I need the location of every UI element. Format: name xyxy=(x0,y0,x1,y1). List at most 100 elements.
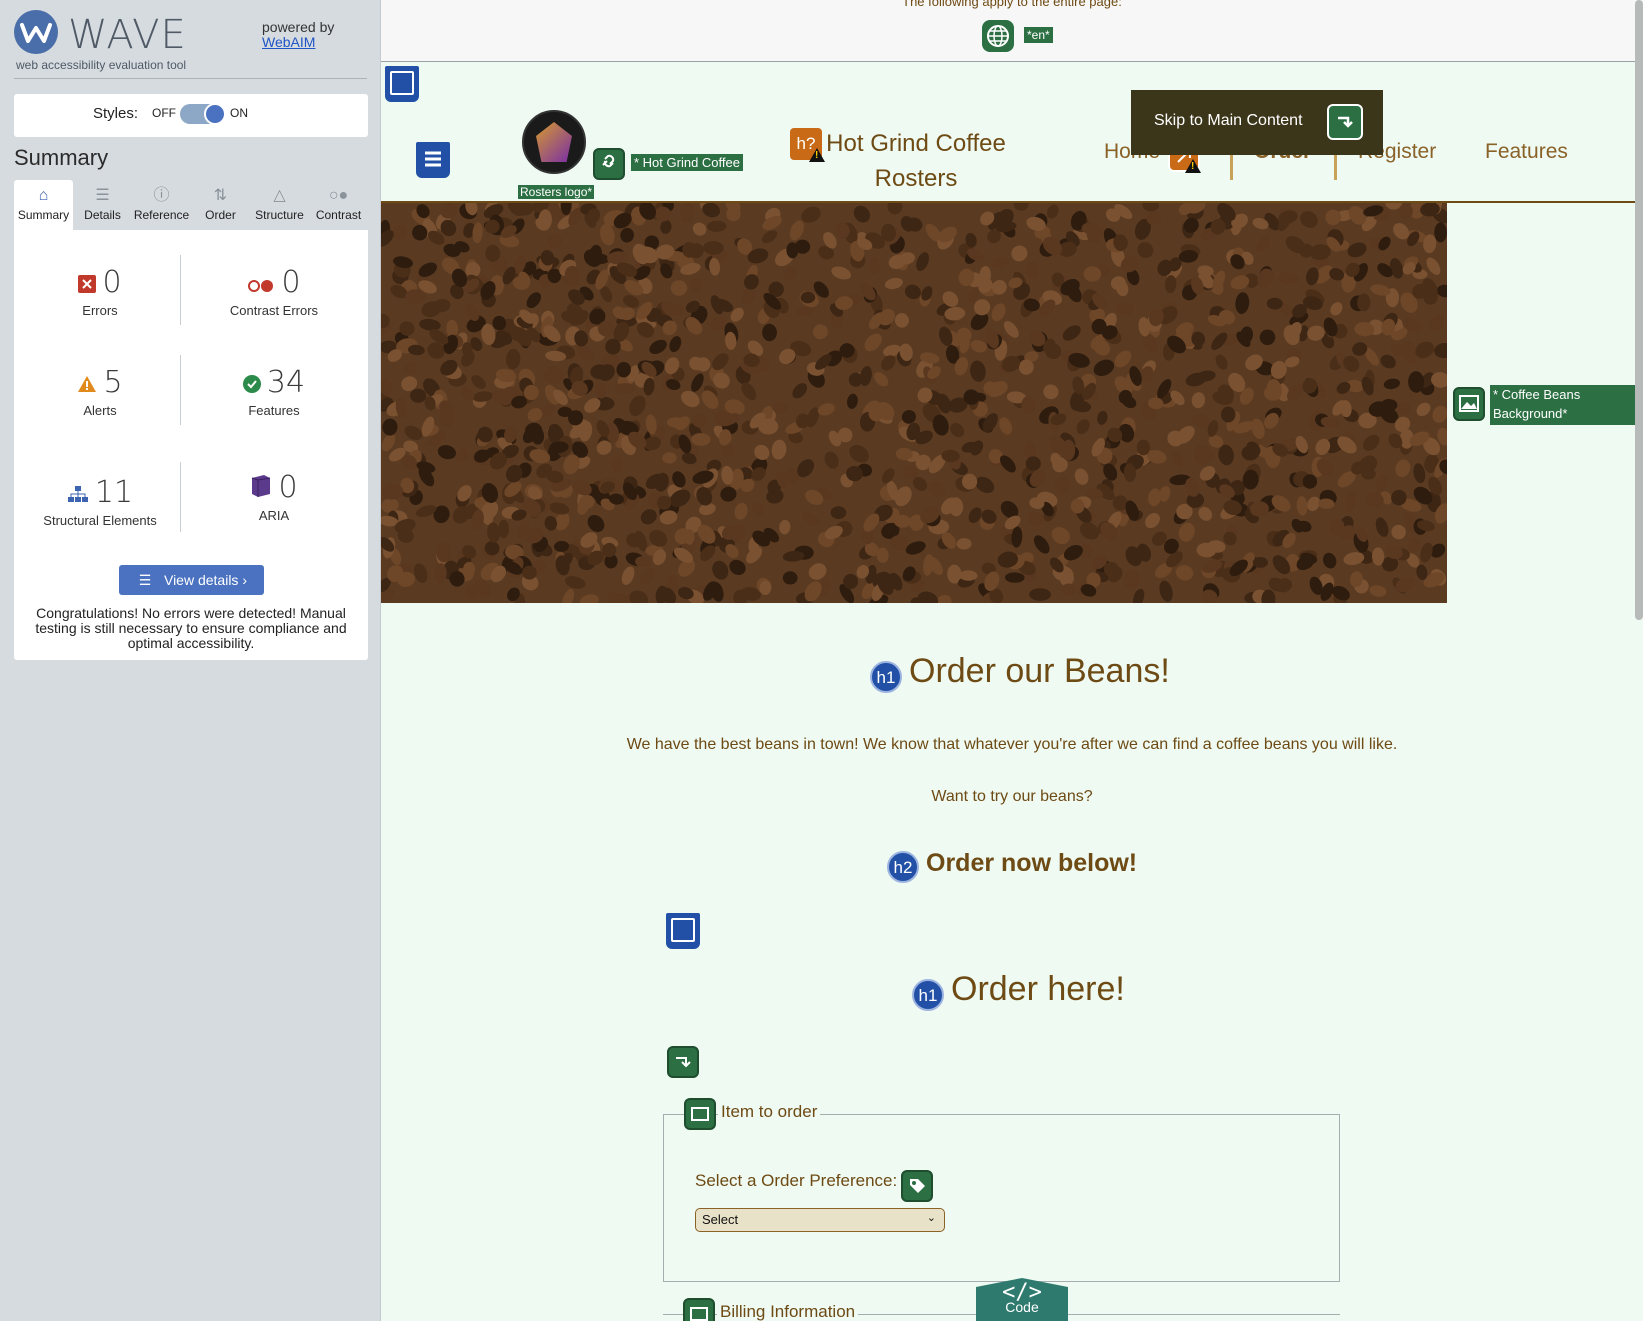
coffee-bean xyxy=(1093,359,1115,377)
skip-target-icon[interactable] xyxy=(667,1046,699,1078)
styles-toggle[interactable] xyxy=(180,103,226,125)
region-icon-inner xyxy=(390,71,414,95)
coffee-bean xyxy=(991,303,1006,322)
coffee-bean xyxy=(1347,242,1367,258)
tab-label: Order xyxy=(205,208,236,222)
coffee-bean xyxy=(884,277,903,290)
aria-stat[interactable]: 0 ARIA xyxy=(194,470,354,523)
list-icon: ☰ xyxy=(95,187,110,204)
language-globe-icon[interactable] xyxy=(982,20,1014,52)
toggle-knob xyxy=(204,103,226,125)
coffee-bean xyxy=(463,561,476,577)
coffee-bean xyxy=(1235,292,1250,314)
coffee-bean xyxy=(1395,459,1411,478)
background-image-icon[interactable] xyxy=(1453,387,1485,421)
tab-contrast[interactable]: ○● Contrast xyxy=(309,180,368,230)
tab-structure[interactable]: △ Structure xyxy=(250,180,309,230)
wave-tabs: ⌂ Summary ☰ Details ⓘ Reference ⇅ Order … xyxy=(14,180,368,230)
webaim-link[interactable]: WebAIM xyxy=(262,34,315,50)
coffee-bean xyxy=(1330,302,1343,316)
form-heading: Order here! xyxy=(951,970,1125,1008)
coffee-bean xyxy=(381,379,393,396)
coffee-bean xyxy=(594,382,607,399)
header-region-icon[interactable] xyxy=(385,66,419,102)
contrast-errors-stat[interactable]: 0 Contrast Errors xyxy=(194,265,354,318)
coffee-bean xyxy=(405,289,426,304)
coffee-bean xyxy=(1296,496,1308,516)
skip-link[interactable]: Skip to Main Content xyxy=(1131,90,1383,155)
structure-tree-icon xyxy=(67,476,89,511)
coffee-bean xyxy=(754,444,770,460)
coffee-bean xyxy=(792,383,807,399)
fieldset-icon[interactable] xyxy=(683,1298,715,1321)
coffee-bean xyxy=(564,576,586,589)
fieldset-icon[interactable] xyxy=(684,1098,716,1130)
order-preference-select[interactable]: Select ⌄ xyxy=(695,1208,945,1232)
coffee-bean xyxy=(382,418,398,436)
coffee-bean xyxy=(419,318,441,331)
structural-count: 11 xyxy=(94,475,134,510)
coffee-bean xyxy=(1148,488,1162,507)
structural-stat[interactable]: 11 Structural Elements xyxy=(20,475,180,528)
coffee-bean xyxy=(1432,405,1447,423)
view-details-button[interactable]: ☰ View details › xyxy=(119,565,264,595)
coffee-bean xyxy=(1145,513,1160,529)
coffee-bean xyxy=(1375,517,1389,537)
coffee-bean xyxy=(485,244,501,262)
coffee-bean xyxy=(1306,267,1319,286)
site-header: * Hot Grind Coffee Rosters logo* h? Hot … xyxy=(381,62,1643,203)
errors-stat[interactable]: 0 Errors xyxy=(20,265,180,318)
powered-by: powered by WebAIM xyxy=(262,20,334,50)
alerts-stat[interactable]: 5 Alerts xyxy=(20,365,180,418)
coffee-bean xyxy=(702,203,721,218)
scrollbar[interactable] xyxy=(1635,0,1643,620)
coffee-bean xyxy=(562,588,575,603)
coffee-bean xyxy=(410,388,427,403)
coffee-bean xyxy=(1252,557,1268,568)
contrast-icon: ○● xyxy=(328,187,349,204)
tab-label: Reference xyxy=(133,208,190,222)
tab-summary[interactable]: ⌂ Summary xyxy=(14,180,73,230)
wave-logo-text: WAVE xyxy=(68,12,187,58)
styles-on-label: ON xyxy=(230,106,248,120)
coffee-bean xyxy=(744,274,759,290)
evaluated-page: The following apply to the entire page: … xyxy=(381,0,1643,1321)
coffee-bean xyxy=(606,590,620,603)
page-level-notice: The following apply to the entire page: xyxy=(902,0,1122,9)
coffee-bean xyxy=(544,515,558,531)
billing-legend: Billing Information xyxy=(717,1302,859,1321)
features-stat[interactable]: 34 Features xyxy=(194,365,354,418)
coffee-bean xyxy=(1255,236,1271,253)
tab-details[interactable]: ☰ Details xyxy=(73,180,132,230)
form-region-icon[interactable] xyxy=(666,913,700,949)
h1-badge-icon[interactable]: h1 xyxy=(870,661,902,693)
coffee-bean xyxy=(1369,585,1387,597)
form-label-icon[interactable] xyxy=(901,1170,933,1202)
summary-card: 0 Errors 0 Contrast Errors 5 Alerts 34 F… xyxy=(14,230,368,660)
coffee-bean xyxy=(1074,468,1089,485)
h2-badge-icon[interactable]: h2 xyxy=(887,851,919,883)
coffee-bean xyxy=(1133,588,1145,603)
coffee-bean xyxy=(629,395,646,417)
code-toggle-button[interactable]: </> Code xyxy=(976,1278,1068,1321)
coffee-bean xyxy=(1025,261,1039,280)
coffee-bean xyxy=(1395,577,1416,592)
linked-image-icon[interactable] xyxy=(593,148,625,180)
wave-tagline: web accessibility evaluation tool xyxy=(16,58,187,72)
wave-sidebar: WAVE web accessibility evaluation tool p… xyxy=(0,0,381,1321)
tab-reference[interactable]: ⓘ Reference xyxy=(132,180,191,230)
coffee-bean xyxy=(681,390,700,408)
styles-label: Styles: xyxy=(93,105,139,122)
site-logo[interactable] xyxy=(522,110,586,174)
nav-features[interactable]: Features xyxy=(1485,140,1568,164)
region-icon-inner xyxy=(671,918,695,942)
navigation-icon[interactable] xyxy=(416,142,450,178)
site-title: Hot Grind Coffee Rosters xyxy=(826,130,1006,192)
tab-order[interactable]: ⇅ Order xyxy=(191,180,250,230)
coffee-bean xyxy=(1259,329,1276,346)
coffee-beans-hero-image xyxy=(381,203,1447,603)
coffee-bean xyxy=(849,444,870,463)
coffee-bean xyxy=(649,339,667,355)
h1-badge-icon[interactable]: h1 xyxy=(912,979,944,1011)
coffee-bean xyxy=(620,227,634,243)
